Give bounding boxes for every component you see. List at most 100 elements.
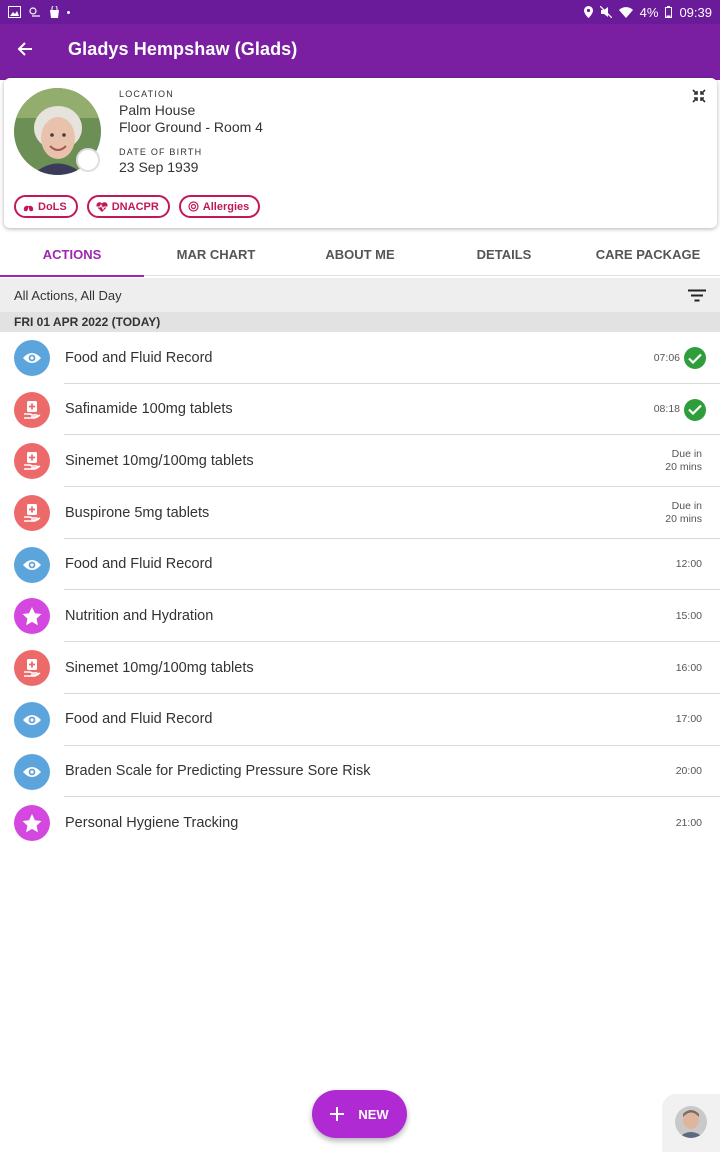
chip-allergies[interactable]: Allergies bbox=[178, 195, 261, 218]
action-time: 07:06 bbox=[653, 351, 680, 364]
action-title: Sinemet 10mg/100mg tablets bbox=[65, 659, 254, 676]
status-right-icons: 4% 09:39 bbox=[583, 4, 712, 20]
action-type-icon bbox=[14, 546, 50, 583]
battery-percent: 4% bbox=[639, 4, 659, 20]
action-type-icon bbox=[14, 598, 50, 635]
action-row[interactable]: Food and Fluid Record 12:00 bbox=[0, 539, 720, 591]
star-icon bbox=[22, 813, 42, 832]
eye-icon bbox=[23, 714, 41, 725]
chip-dnacpr[interactable]: DNACPR bbox=[86, 195, 170, 218]
filter-summary: All Actions, All Day bbox=[14, 287, 122, 303]
check-icon bbox=[688, 404, 702, 416]
action-due-line-2: 20 mins bbox=[665, 512, 702, 525]
action-time: 20:00 bbox=[675, 765, 702, 777]
action-due-line-1: Due in bbox=[671, 447, 702, 460]
action-row[interactable]: Sinemet 10mg/100mg tablets Due in 20 mins bbox=[0, 435, 720, 488]
action-due-line-1: Due in bbox=[671, 499, 702, 512]
location-line-2: Floor Ground - Room 4 bbox=[119, 119, 263, 135]
action-row[interactable]: Buspirone 5mg tablets Due in 20 mins bbox=[0, 487, 720, 539]
action-row[interactable]: Food and Fluid Record 07:06 bbox=[0, 332, 720, 384]
action-row[interactable]: Personal Hygiene Tracking 21:00 bbox=[0, 797, 720, 849]
chip-dols-label: DoLS bbox=[38, 200, 67, 213]
action-title: Sinemet 10mg/100mg tablets bbox=[65, 452, 254, 469]
chip-dols[interactable]: DoLS bbox=[14, 195, 78, 218]
action-row[interactable]: Food and Fluid Record 17:00 bbox=[0, 694, 720, 746]
eye-icon bbox=[23, 559, 41, 570]
action-type-icon bbox=[14, 443, 50, 480]
action-due: Due in 20 mins bbox=[665, 487, 702, 538]
action-type-icon bbox=[14, 391, 50, 428]
heart-pulse-icon bbox=[96, 201, 108, 212]
action-type-icon bbox=[14, 340, 50, 376]
app-bar: Gladys Hempshaw (Glads) bbox=[0, 24, 720, 74]
weather-icon bbox=[29, 7, 40, 17]
back-button[interactable] bbox=[0, 24, 50, 74]
action-title: Braden Scale for Predicting Pressure Sor… bbox=[65, 763, 371, 779]
tab-details[interactable]: DETAILS bbox=[432, 232, 576, 276]
action-time: 16:00 bbox=[675, 661, 702, 674]
medication-hand-icon bbox=[24, 452, 41, 471]
action-due-line-2: 20 mins bbox=[665, 460, 702, 473]
dot-icon bbox=[67, 10, 70, 14]
action-type-icon bbox=[14, 805, 50, 842]
filter-bar: All Actions, All Day bbox=[0, 278, 720, 312]
action-row[interactable]: Nutrition and Hydration 15:00 bbox=[0, 590, 720, 643]
lungs-icon bbox=[23, 201, 34, 211]
tab-actions[interactable]: ACTIONS bbox=[0, 232, 144, 277]
eye-icon bbox=[23, 353, 41, 363]
collapse-button[interactable] bbox=[691, 88, 709, 106]
tab-about-me[interactable]: ABOUT ME bbox=[288, 232, 432, 276]
location-icon bbox=[583, 6, 593, 18]
action-title: Food and Fluid Record bbox=[65, 556, 213, 573]
medication-hand-icon bbox=[24, 504, 41, 522]
action-title: Food and Fluid Record bbox=[65, 711, 213, 728]
collapse-icon bbox=[692, 89, 706, 103]
gallery-icon bbox=[8, 6, 21, 18]
mute-icon bbox=[599, 6, 612, 18]
status-left-icons bbox=[8, 6, 70, 18]
page-title: Gladys Hempshaw (Glads) bbox=[68, 38, 298, 59]
battery-icon bbox=[665, 6, 673, 18]
action-title: Personal Hygiene Tracking bbox=[65, 814, 239, 831]
clock: 09:39 bbox=[679, 4, 712, 20]
tab-mar-chart[interactable]: MAR CHART bbox=[144, 232, 288, 276]
avatar-status-ring bbox=[76, 148, 100, 172]
date-header: FRI 01 APR 2022 (TODAY) bbox=[0, 312, 720, 332]
action-time: 21:00 bbox=[675, 816, 702, 829]
new-action-label: NEW bbox=[358, 1106, 389, 1122]
action-title: Food and Fluid Record bbox=[65, 349, 213, 366]
plus-icon bbox=[330, 1107, 345, 1121]
alert-chips: DoLS DNACPR Allergies bbox=[14, 195, 261, 218]
action-title: Safinamide 100mg tablets bbox=[65, 401, 233, 418]
status-bar: 4% 09:39 bbox=[0, 0, 720, 24]
action-row[interactable]: Braden Scale for Predicting Pressure Sor… bbox=[0, 746, 720, 798]
filter-button[interactable] bbox=[688, 289, 706, 302]
location-label: LOCATION bbox=[119, 89, 174, 99]
arrow-back-icon bbox=[17, 42, 32, 56]
star-icon bbox=[22, 606, 42, 626]
dob-label: DATE OF BIRTH bbox=[119, 147, 203, 157]
action-time: 15:00 bbox=[675, 609, 702, 622]
action-title: Buspirone 5mg tablets bbox=[65, 504, 210, 521]
user-avatar[interactable] bbox=[675, 1106, 707, 1138]
allergy-icon bbox=[188, 201, 199, 212]
action-row[interactable]: Sinemet 10mg/100mg tablets 16:00 bbox=[0, 642, 720, 694]
chip-allergies-label: Allergies bbox=[202, 200, 250, 213]
action-time: 12:00 bbox=[675, 558, 702, 571]
tab-bar: ACTIONS MAR CHART ABOUT ME DETAILS CARE … bbox=[0, 232, 720, 277]
new-action-button[interactable]: NEW bbox=[312, 1090, 407, 1138]
tab-care-package[interactable]: CARE PACKAGE bbox=[576, 232, 720, 276]
action-type-icon bbox=[14, 753, 50, 790]
bag-icon bbox=[50, 6, 59, 18]
check-icon bbox=[688, 353, 702, 364]
completed-badge bbox=[684, 347, 706, 369]
action-type-icon bbox=[14, 701, 50, 738]
user-photo-icon bbox=[675, 1106, 707, 1138]
actions-list: Food and Fluid Record 07:06 Safinamide 100… bbox=[0, 332, 720, 849]
action-due: Due in 20 mins bbox=[665, 435, 702, 486]
action-time: 08:18 bbox=[653, 403, 680, 416]
wifi-icon bbox=[618, 6, 633, 18]
dob-value: 23 Sep 1939 bbox=[119, 159, 199, 175]
medication-hand-icon bbox=[24, 400, 41, 419]
action-row[interactable]: Safinamide 100mg tablets 08:18 bbox=[0, 384, 720, 436]
